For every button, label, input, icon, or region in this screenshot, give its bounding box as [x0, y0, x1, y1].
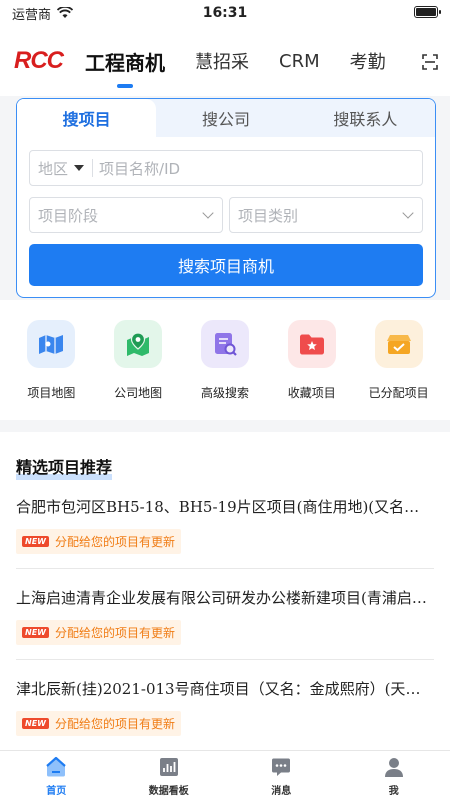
- favorite-folder-icon: [287, 320, 336, 368]
- message-icon: [272, 758, 291, 776]
- tab-label: 首页: [46, 786, 67, 797]
- quick-action-project-map[interactable]: 项目地图: [11, 320, 91, 420]
- search-submit-button[interactable]: 搜索项目商机: [29, 244, 423, 286]
- tab-messages[interactable]: 消息: [225, 751, 338, 800]
- list-item[interactable]: 津北辰新(挂)2021-013号商住项目（又名：金成熙府）(天津… NEW 分配…: [16, 660, 434, 750]
- project-name: 津北辰新(挂)2021-013号商住项目（又名：金成熙府）(天津…: [16, 680, 434, 698]
- quick-action-label: 收藏项目: [287, 386, 336, 400]
- search-card: 搜项目 搜公司 搜联系人 地区 项目名称/ID 项目阶段 项目类别 搜索项目商机: [16, 98, 436, 298]
- new-badge: NEW: [22, 718, 49, 729]
- update-tag: NEW 分配给您的项目有更新: [16, 620, 181, 645]
- list-item[interactable]: 合肥市包河区BH5-18、BH5-19片区项目(商住用地)(又名：… NEW 分…: [16, 478, 434, 569]
- recommendation-section: 精选项目推荐 合肥市包河区BH5-18、BH5-19片区项目(商住用地)(又名：…: [0, 432, 450, 750]
- tab-profile[interactable]: 我: [338, 751, 450, 800]
- chevron-down-icon: [402, 207, 414, 219]
- tab-attendance[interactable]: 考勤: [350, 48, 386, 74]
- new-badge: NEW: [22, 536, 49, 547]
- tab-label: 我: [388, 786, 399, 797]
- update-tag-text: 分配给您的项目有更新: [54, 717, 175, 731]
- quick-action-label: 已分配项目: [368, 386, 429, 400]
- tab-crm[interactable]: CRM: [279, 51, 320, 72]
- section-title: 精选项目推荐: [16, 454, 113, 480]
- project-name: 上海启迪清青企业发展有限公司研发办公楼新建项目(青浦启…: [16, 589, 427, 607]
- keyword-search-row: 地区 项目名称/ID: [29, 150, 423, 186]
- project-category-placeholder: 项目类别: [238, 206, 299, 225]
- tab-procurement[interactable]: 慧招采: [195, 48, 249, 74]
- advanced-search-icon: [200, 320, 249, 368]
- search-tab-project[interactable]: 搜项目: [17, 99, 157, 137]
- quick-action-label: 高级搜索: [200, 386, 249, 400]
- status-time: 16:31: [202, 5, 248, 21]
- project-category-select[interactable]: 项目类别: [229, 197, 423, 233]
- location-pin-icon: [114, 320, 163, 368]
- new-badge: NEW: [22, 627, 49, 638]
- assigned-box-icon: [374, 320, 423, 368]
- section-title-text: 精选项目推荐: [16, 458, 113, 477]
- tab-label: 消息: [271, 786, 292, 797]
- region-label: 地区: [38, 159, 69, 178]
- update-tag: NEW 分配给您的项目有更新: [16, 711, 181, 736]
- tab-home[interactable]: 首页: [0, 751, 113, 800]
- search-tab-company[interactable]: 搜公司: [156, 99, 295, 137]
- project-stage-select[interactable]: 项目阶段: [29, 197, 223, 233]
- tab-engineering-opportunity[interactable]: 工程商机: [85, 47, 165, 76]
- map-icon: [27, 320, 76, 368]
- quick-action-advanced-search[interactable]: 高级搜索: [185, 320, 265, 420]
- battery-icon: [414, 6, 441, 18]
- project-name: 合肥市包河区BH5-18、BH5-19片区项目(商住用地)(又名：…: [16, 498, 434, 516]
- chevron-down-icon: [202, 207, 214, 219]
- project-stage-placeholder: 项目阶段: [38, 206, 99, 225]
- region-select[interactable]: 地区: [30, 159, 94, 178]
- quick-action-company-map[interactable]: 公司地图: [98, 320, 178, 420]
- update-tag-text: 分配给您的项目有更新: [54, 626, 175, 640]
- list-item[interactable]: 上海启迪清青企业发展有限公司研发办公楼新建项目(青浦启… NEW 分配给您的项目…: [16, 569, 434, 660]
- caret-down-icon: [74, 165, 85, 171]
- quick-action-label: 项目地图: [27, 386, 76, 400]
- profile-icon: [384, 758, 403, 777]
- bottom-tab-bar: 首页 数据看板 消息 我: [0, 750, 450, 800]
- tab-label: 数据看板: [148, 786, 189, 797]
- status-bar: 运营商 16:31: [0, 0, 450, 26]
- search-tabs: 搜项目 搜公司 搜联系人: [17, 99, 435, 137]
- scan-icon[interactable]: [422, 54, 438, 70]
- search-tab-contact[interactable]: 搜联系人: [296, 99, 435, 137]
- update-tag-text: 分配给您的项目有更新: [54, 535, 175, 549]
- home-icon: [46, 756, 66, 777]
- quick-actions: 项目地图 公司地图 高级搜索 收藏项目 已分配项目: [0, 300, 450, 420]
- keyword-input[interactable]: 项目名称/ID: [93, 158, 180, 179]
- quick-action-assigned-projects[interactable]: 已分配项目: [359, 320, 439, 420]
- update-tag: NEW 分配给您的项目有更新: [16, 529, 181, 554]
- quick-action-favorites[interactable]: 收藏项目: [272, 320, 352, 420]
- top-nav: RCC 工程商机 慧招采 CRM 考勤: [0, 26, 450, 96]
- app-logo: RCC: [14, 47, 64, 74]
- dashboard-icon: [159, 758, 178, 776]
- tab-dashboard[interactable]: 数据看板: [113, 751, 226, 800]
- quick-action-label: 公司地图: [114, 386, 163, 400]
